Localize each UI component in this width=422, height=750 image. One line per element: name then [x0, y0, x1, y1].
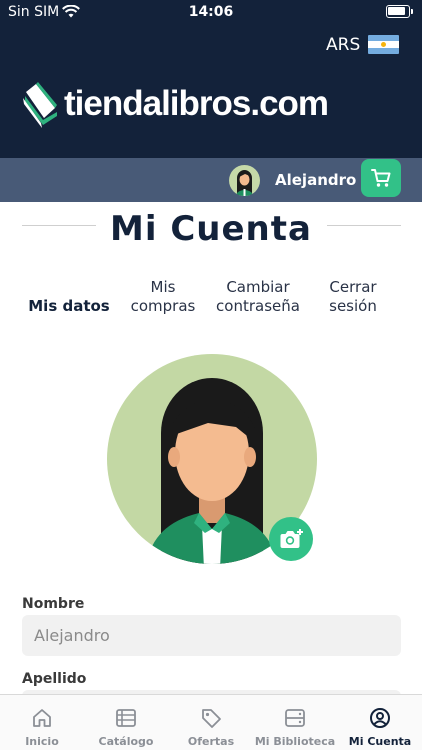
tabbar-label: Mi Biblioteca — [254, 735, 336, 748]
cart-button[interactable] — [361, 159, 401, 197]
catalog-icon — [116, 709, 136, 727]
user-name[interactable]: Alejandro — [275, 171, 356, 189]
tabbar-label: Inicio — [25, 735, 59, 748]
home-icon — [33, 709, 51, 727]
tabbar-item-ofertas[interactable]: Ofertas — [175, 695, 247, 750]
user-bar: Alejandro — [0, 158, 422, 202]
camera-add-icon — [280, 529, 303, 548]
book-logo-icon — [23, 82, 57, 128]
currency-selector[interactable]: ARS — [326, 35, 360, 55]
tab-cambiar-contrasena[interactable]: Cambiar contraseña — [210, 278, 306, 316]
page-title-section: Mi Cuenta — [0, 205, 422, 255]
tabbar-item-mi-cuenta[interactable]: Mi Cuenta — [344, 695, 416, 750]
change-photo-button[interactable] — [269, 517, 313, 561]
account-icon — [370, 708, 390, 728]
tabbar-item-mi-biblioteca[interactable]: Mi Biblioteca — [253, 695, 337, 750]
tab-mis-compras[interactable]: Mis compras — [123, 278, 203, 316]
nombre-field[interactable] — [22, 615, 401, 656]
tab-mis-datos[interactable]: Mis datos — [22, 297, 116, 316]
avatar[interactable] — [229, 165, 260, 196]
page-title: Mi Cuenta — [110, 209, 312, 249]
tabbar-item-inicio[interactable]: Inicio — [6, 695, 78, 750]
argentina-flag-icon[interactable] — [368, 35, 399, 54]
tabbar-item-catalogo[interactable]: Catálogo — [90, 695, 162, 750]
tabbar-label: Mi Cuenta — [348, 735, 412, 748]
library-icon — [285, 709, 305, 727]
logo-text: tiendalibros.com — [64, 84, 329, 123]
tabbar-label: Catálogo — [98, 735, 154, 748]
nombre-label: Nombre — [22, 596, 85, 612]
tabbar-label: Ofertas — [187, 735, 235, 748]
status-bar: Sin SIM 14:06 — [0, 0, 422, 26]
clock: 14:06 — [188, 4, 234, 20]
app-header: Sin SIM 14:06 ARS tiendalibros.com — [0, 0, 422, 158]
apellido-label: Apellido — [22, 671, 87, 687]
divider — [327, 225, 401, 226]
tag-icon — [202, 709, 221, 728]
cart-icon — [371, 169, 391, 187]
bottom-tab-bar: Inicio Catálogo Ofertas Mi Biblioteca Mi… — [0, 694, 422, 750]
logo[interactable]: tiendalibros.com — [22, 78, 329, 132]
tab-cerrar-sesion[interactable]: Cerrar sesión — [312, 278, 394, 316]
battery-icon — [386, 5, 413, 18]
